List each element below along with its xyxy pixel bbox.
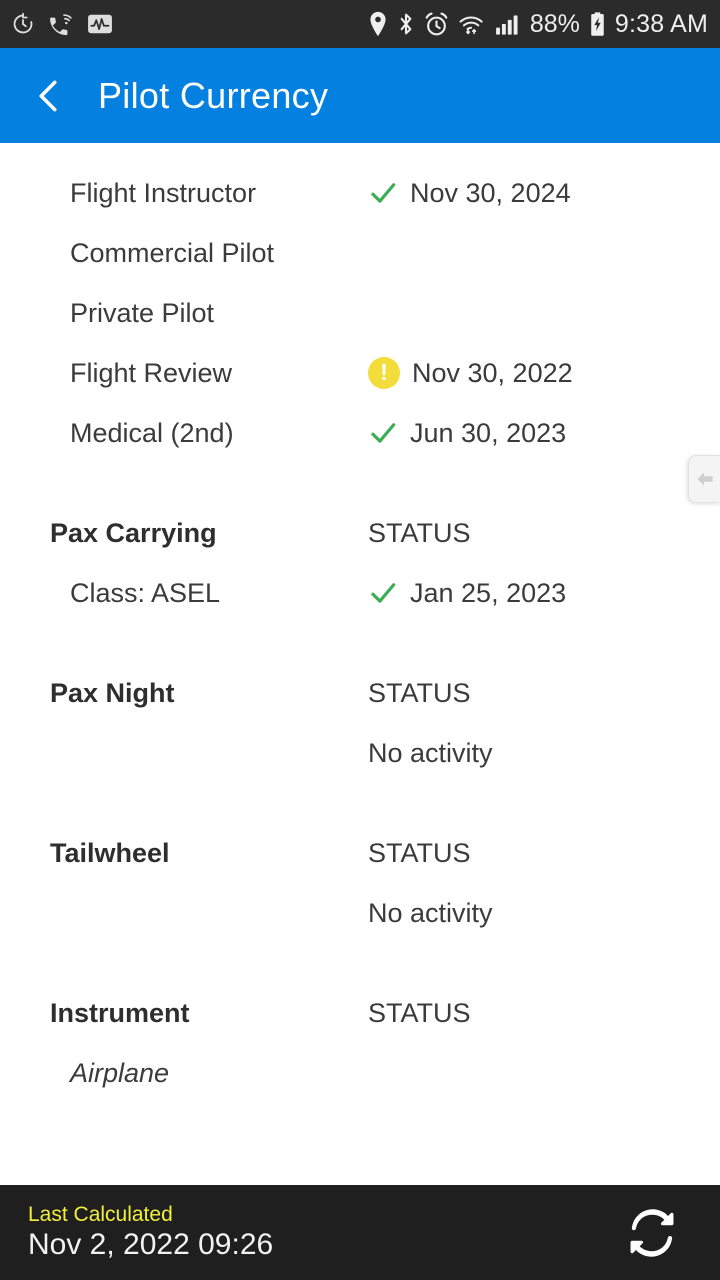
row-status: No activity — [368, 898, 720, 929]
section-status-header: STATUS — [368, 517, 471, 548]
last-calculated-label: Last Calculated — [28, 1203, 173, 1227]
row-label: Commercial Pilot — [70, 237, 275, 268]
edge-panel-handle[interactable] — [688, 455, 720, 503]
table-row[interactable]: Commercial Pilot — [0, 223, 720, 283]
refresh-icon — [630, 1208, 674, 1257]
arrow-left-icon — [697, 472, 713, 486]
timer-reset-icon — [13, 12, 33, 34]
row-value: No activity — [368, 897, 493, 928]
row-value: Jun 30, 2023 — [410, 417, 567, 448]
last-calculated-block: Last Calculated Nov 2, 2022 09:26 — [28, 1204, 273, 1261]
bluetooth-icon — [400, 13, 412, 35]
section-header-instrument[interactable]: Instrument STATUS — [0, 983, 720, 1043]
row-status: No activity — [368, 738, 720, 769]
table-row[interactable]: Class: ASEL Jan 25, 2023 — [0, 563, 720, 623]
chevron-left-icon — [39, 80, 57, 111]
row-label: Flight Review — [70, 357, 233, 388]
section-title: Pax Carrying — [50, 517, 217, 548]
check-icon — [371, 183, 396, 203]
row-value: Nov 30, 2024 — [410, 177, 571, 208]
row-value: No activity — [368, 737, 493, 768]
row-label: Private Pilot — [70, 297, 215, 328]
section-header-pax-night[interactable]: Pax Night STATUS — [0, 663, 720, 723]
row-status: ! Nov 30, 2022 — [368, 357, 720, 389]
wifi-calling-icon — [50, 14, 72, 36]
table-row[interactable]: No activity — [0, 723, 720, 783]
page-title: Pilot Currency — [98, 74, 329, 116]
table-row[interactable]: Private Pilot — [0, 283, 720, 343]
table-row[interactable]: Flight Review ! Nov 30, 2022 — [0, 343, 720, 403]
row-label: Flight Instructor — [70, 177, 257, 208]
row-label: Medical (2nd) — [70, 417, 234, 448]
section-status-header: STATUS — [368, 837, 471, 868]
row-status: Jan 25, 2023 — [368, 578, 720, 609]
status-bar-left-icons — [10, 11, 113, 37]
table-row[interactable]: Airplane — [0, 1043, 720, 1103]
list-top-spacer — [0, 143, 720, 163]
table-row[interactable]: Medical (2nd) Jun 30, 2023 — [0, 403, 720, 463]
section-header-pax-carrying[interactable]: Pax Carrying STATUS — [0, 503, 720, 563]
table-row[interactable]: No activity — [0, 883, 720, 943]
section-title: Instrument — [50, 997, 190, 1028]
section-title: Pax Night — [50, 677, 175, 708]
row-status: Nov 30, 2024 — [368, 178, 720, 209]
back-button[interactable] — [26, 74, 70, 118]
warning-exclamation: ! — [380, 358, 388, 385]
wifi-icon — [459, 16, 483, 35]
activity-monitor-icon — [88, 14, 112, 34]
refresh-button[interactable] — [620, 1201, 684, 1265]
check-icon — [371, 423, 396, 443]
currency-list[interactable]: Flight Instructor Nov 30, 2024 Commercia… — [0, 143, 720, 1185]
cellular-signal-icon — [495, 15, 518, 35]
bottom-bar: Last Calculated Nov 2, 2022 09:26 — [0, 1185, 720, 1280]
section-header-tailwheel[interactable]: Tailwheel STATUS — [0, 823, 720, 883]
alarm-clock-icon — [425, 12, 448, 35]
warning-icon: ! — [368, 357, 400, 389]
section-title: Tailwheel — [50, 837, 170, 868]
battery-charging-icon — [591, 12, 604, 36]
last-calculated-value: Nov 2, 2022 09:26 — [28, 1228, 274, 1262]
section-status-header: STATUS — [368, 677, 471, 708]
row-status: Jun 30, 2023 — [368, 418, 720, 449]
row-value: Nov 30, 2022 — [412, 357, 573, 388]
status-bar-right-icons: 88% 9:38 AM — [368, 11, 708, 37]
location-pin-icon — [370, 11, 386, 37]
clock-label: 9:38 AM — [614, 9, 708, 38]
table-row[interactable]: Flight Instructor Nov 30, 2024 — [0, 163, 720, 223]
check-icon — [371, 583, 396, 603]
app-bar: Pilot Currency — [0, 48, 720, 143]
status-bar: 88% 9:38 AM — [0, 0, 720, 48]
section-status-header: STATUS — [368, 997, 471, 1028]
battery-percent-label: 88% — [529, 9, 580, 38]
row-label: Class: ASEL — [70, 577, 221, 608]
row-label: Airplane — [70, 1057, 170, 1088]
row-value: Jan 25, 2023 — [410, 577, 567, 608]
